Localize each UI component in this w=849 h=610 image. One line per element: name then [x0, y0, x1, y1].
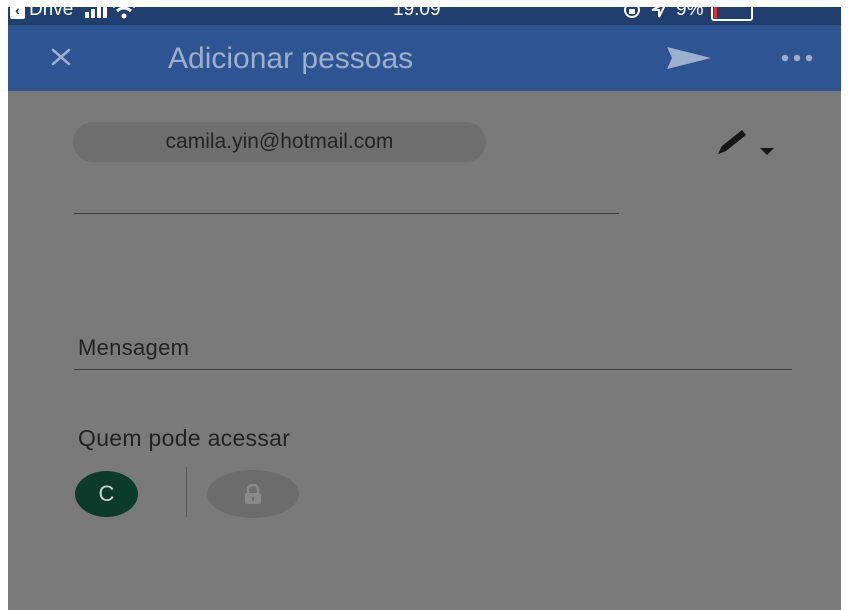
status-left: ‹ Drive [10, 7, 137, 21]
status-right: 9% [622, 7, 754, 21]
send-icon[interactable] [665, 45, 713, 71]
back-app-label[interactable]: Drive [29, 7, 73, 21]
battery-percent: 9% [676, 7, 704, 20]
battery-fill [714, 7, 718, 18]
status-time: 19:09 [393, 7, 441, 20]
recipients-field-underline[interactable] [74, 213, 619, 214]
pencil-icon[interactable] [714, 124, 784, 160]
message-field[interactable]: Mensagem [78, 335, 189, 361]
close-icon[interactable] [50, 45, 74, 69]
access-section-title: Quem pode acessar [78, 425, 291, 451]
signal-icon [85, 7, 108, 18]
wifi-icon [113, 7, 136, 19]
location-icon [651, 7, 666, 18]
lock-button[interactable] [207, 470, 299, 518]
screen-lock-icon [624, 7, 640, 18]
recipient-chip[interactable]: camila.yin@hotmail.com [73, 122, 486, 162]
avatar[interactable]: C [75, 471, 138, 517]
page-title: Adicionar pessoas [168, 42, 414, 75]
access-divider [186, 467, 187, 517]
status-bar: ‹ Drive 19:09 9% [8, 7, 841, 25]
screen-frame: ‹ Drive 19:09 9% Adicionar pessoas camil… [8, 7, 841, 610]
message-field-underline[interactable] [74, 369, 792, 370]
lock-icon [245, 483, 261, 504]
back-icon[interactable]: ‹ [10, 7, 25, 19]
more-icon[interactable] [778, 53, 824, 63]
app-bar: Adicionar pessoas [8, 25, 841, 91]
battery-icon [711, 7, 754, 21]
